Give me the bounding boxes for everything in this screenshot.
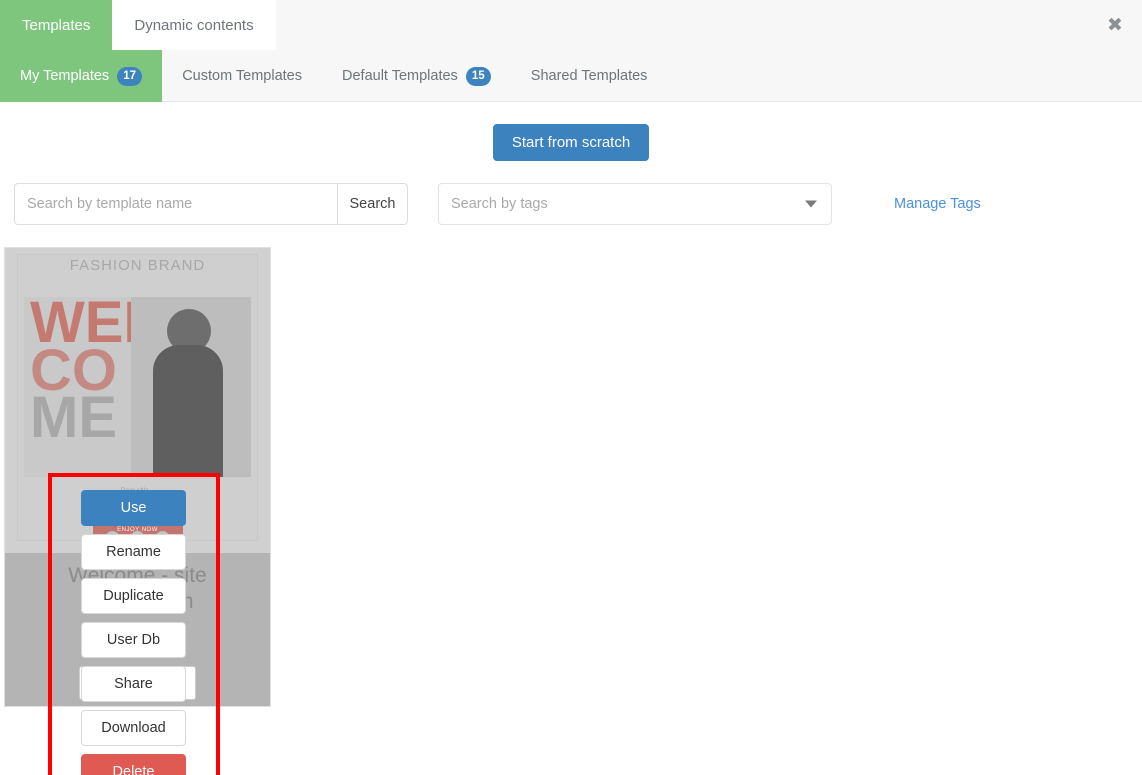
subtab-shared-templates-label: Shared Templates xyxy=(530,68,648,84)
tab-templates-label: Templates xyxy=(22,16,91,34)
subtabbar-filler xyxy=(667,50,1142,101)
close-icon[interactable]: ✖ xyxy=(1102,12,1128,38)
rename-button[interactable]: Rename xyxy=(81,534,186,570)
delete-button[interactable]: Delete xyxy=(81,754,186,775)
thumbnail-hero-image: WEL CO ME xyxy=(24,297,251,477)
download-button[interactable]: Download xyxy=(81,710,186,746)
subtab-default-templates[interactable]: Default Templates 15 xyxy=(322,50,511,102)
search-button[interactable]: Search xyxy=(337,183,408,225)
subtab-my-templates-label: My Templates xyxy=(20,68,110,84)
chevron-down-icon xyxy=(805,200,817,208)
start-from-scratch-button[interactable]: Start from scratch xyxy=(492,124,650,161)
subtab-default-templates-label: Default Templates xyxy=(342,68,458,84)
thumbnail-model-photo xyxy=(131,297,251,477)
subtab-my-templates[interactable]: My Templates 17 xyxy=(0,50,163,102)
template-card-grid: FASHION BRAND WEL CO ME Dear <Na... lore… xyxy=(0,225,1142,775)
main-content: Start from scratch Search Search by tags… xyxy=(0,102,1142,775)
duplicate-button[interactable]: Duplicate xyxy=(81,578,186,614)
titlebar-filler xyxy=(275,0,1142,50)
subtab-custom-templates[interactable]: Custom Templates xyxy=(162,50,322,102)
manage-tags-link[interactable]: Manage Tags xyxy=(894,196,981,212)
secondary-tab-list: My Templates 17 Custom Templates Default… xyxy=(0,50,1142,102)
filter-row: Search Search by tags Manage Tags xyxy=(0,161,1142,225)
tags-select[interactable]: Search by tags xyxy=(438,183,832,225)
tab-dynamic-contents[interactable]: Dynamic contents xyxy=(112,0,276,50)
window-titlebar: Templates Dynamic contents ✖ xyxy=(0,0,1142,50)
share-button[interactable]: Share xyxy=(81,666,186,702)
tags-select-placeholder: Search by tags xyxy=(451,196,548,212)
user-db-button[interactable]: User Db xyxy=(81,622,186,658)
start-from-scratch-row: Start from scratch xyxy=(0,102,1142,161)
thumbnail-brand-text: FASHION BRAND xyxy=(69,257,206,274)
subtab-default-templates-badge: 15 xyxy=(465,66,491,86)
template-search-group: Search xyxy=(14,183,408,225)
tab-dynamic-contents-label: Dynamic contents xyxy=(134,16,254,34)
close-glyph: ✖ xyxy=(1107,13,1123,36)
primary-tab-list: Templates Dynamic contents xyxy=(0,0,1142,50)
subtab-custom-templates-label: Custom Templates xyxy=(182,68,302,84)
search-input[interactable] xyxy=(14,183,337,225)
use-button[interactable]: Use xyxy=(81,490,186,526)
template-card-actions: Use Rename Duplicate User Db Share Downl… xyxy=(81,490,186,775)
subtab-shared-templates[interactable]: Shared Templates xyxy=(511,50,668,102)
tab-templates[interactable]: Templates xyxy=(0,0,113,50)
subtab-my-templates-badge: 17 xyxy=(117,66,143,86)
